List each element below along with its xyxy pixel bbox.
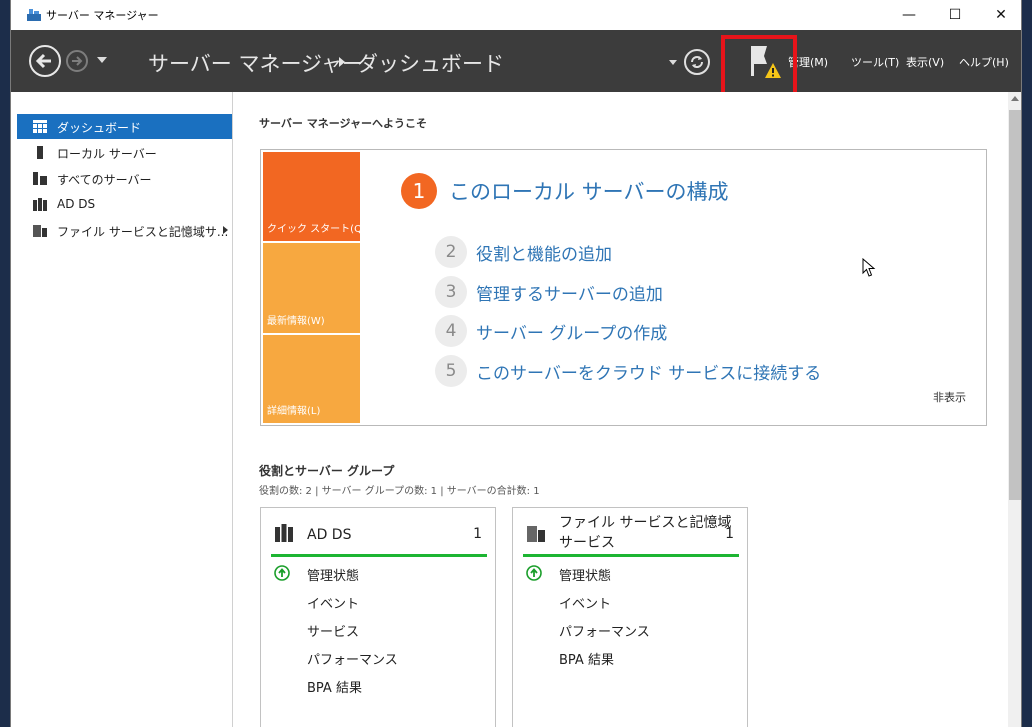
server-manager-window: サーバー マネージャー — ☐ ✕ サーバー マネージャー ダッシュボード 管理… — [10, 0, 1022, 727]
tile-row-services[interactable]: サービス — [307, 621, 359, 640]
sidebar-item-file-services[interactable]: ファイル サービスと記憶域サ... — [17, 218, 232, 243]
role-tile-file-services[interactable]: ファイル サービスと記憶域 サービス 1 管理状態 イベント パフォーマンス B… — [512, 507, 748, 727]
history-dropdown-icon[interactable] — [97, 57, 107, 63]
window-title: サーバー マネージャー — [46, 9, 159, 22]
minimize-button[interactable]: — — [886, 0, 932, 30]
create-server-group-link[interactable]: サーバー グループの作成 — [476, 319, 667, 344]
scrollbar-thumb[interactable] — [1009, 110, 1021, 500]
tab-label: 詳細情報(L) — [267, 406, 321, 417]
notification-highlight-box — [721, 35, 797, 99]
sidebar-item-all-servers[interactable]: すべてのサーバー — [17, 166, 232, 191]
title-bar: サーバー マネージャー — ☐ ✕ — [11, 0, 1021, 30]
sidebar-item-label: ダッシュボード — [57, 121, 142, 135]
step-number-badge: 3 — [435, 276, 467, 308]
file-services-icon — [527, 526, 545, 542]
tab-label: 最新情報(W) — [267, 316, 325, 327]
add-servers-link[interactable]: 管理するサーバーの追加 — [476, 280, 663, 305]
tab-whats-new[interactable]: 最新情報(W) — [263, 243, 360, 333]
roles-summary: 役割の数: 2 | サーバー グループの数: 1 | サーバーの合計数: 1 — [259, 486, 540, 497]
menu-tools[interactable]: ツール(T) — [851, 54, 899, 70]
close-button[interactable]: ✕ — [978, 0, 1021, 30]
sidebar: ダッシュボード ローカル サーバー すべてのサーバー AD DS ファイル サー… — [11, 92, 233, 727]
tile-count: 1 — [473, 526, 482, 542]
header-dropdown-icon[interactable] — [669, 60, 677, 65]
welcome-heading: サーバー マネージャーへようこそ — [259, 117, 427, 130]
tile-status-bar — [271, 554, 487, 557]
server-manager-app-icon — [27, 9, 41, 21]
step-number-badge: 1 — [401, 173, 437, 209]
sidebar-item-label: ファイル サービスと記憶域サ... — [57, 225, 229, 239]
menu-help[interactable]: ヘルプ(H) — [959, 54, 1009, 70]
sidebar-item-label: すべてのサーバー — [57, 173, 152, 187]
configure-local-server-link[interactable]: このローカル サーバーの構成 — [449, 176, 728, 206]
maximize-button[interactable]: ☐ — [932, 0, 978, 30]
scroll-up-arrow-icon[interactable] — [1011, 96, 1019, 101]
file-services-icon — [33, 225, 47, 237]
ad-ds-icon — [33, 198, 47, 211]
tile-title: ファイル サービスと記憶域 サービス — [559, 515, 732, 551]
dashboard-main: サーバー マネージャーへようこそ クイック スタート(Q) 最新情報(W) 詳細… — [234, 92, 1008, 727]
breadcrumb-page: ダッシュボード — [357, 52, 504, 76]
tile-count: 1 — [725, 526, 734, 542]
sidebar-item-label: ローカル サーバー — [57, 147, 157, 161]
status-up-arrow-icon — [526, 565, 542, 581]
breadcrumb-separator-icon — [339, 57, 345, 67]
step-number-badge: 5 — [435, 355, 467, 387]
sidebar-item-ad-ds[interactable]: AD DS — [17, 192, 232, 217]
tile-row-performance[interactable]: パフォーマンス — [559, 621, 650, 640]
roles-section-title: 役割とサーバー グループ — [259, 464, 395, 478]
submenu-arrow-icon[interactable] — [223, 226, 228, 234]
sidebar-item-local-server[interactable]: ローカル サーバー — [17, 140, 232, 165]
forward-arrow-icon — [72, 56, 83, 66]
connect-cloud-services-link[interactable]: このサーバーをクラウド サービスに接続する — [476, 359, 821, 384]
server-icon — [37, 146, 43, 159]
menu-view[interactable]: 表示(V) — [906, 54, 944, 70]
mouse-cursor-icon — [862, 258, 876, 277]
ad-ds-icon — [275, 524, 293, 542]
tile-row-manageability[interactable]: 管理状態 — [559, 565, 611, 584]
tile-row-events[interactable]: イベント — [307, 593, 359, 612]
sidebar-item-dashboard[interactable]: ダッシュボード — [17, 114, 232, 139]
vertical-scrollbar[interactable] — [1008, 92, 1021, 727]
refresh-icon — [691, 56, 703, 68]
quick-start-panel: クイック スタート(Q) 最新情報(W) 詳細情報(L) 1 このローカル サー… — [260, 149, 987, 426]
tile-title: AD DS — [307, 527, 352, 543]
tab-label: クイック スタート(Q) — [267, 224, 366, 235]
tile-row-events[interactable]: イベント — [559, 593, 611, 612]
tile-row-performance[interactable]: パフォーマンス — [307, 649, 398, 668]
back-arrow-icon — [35, 53, 51, 69]
tile-row-bpa-results[interactable]: BPA 結果 — [307, 677, 362, 696]
servers-icon — [33, 172, 47, 185]
tile-row-manageability[interactable]: 管理状態 — [307, 565, 359, 584]
tile-status-bar — [523, 554, 739, 557]
step-number-badge: 2 — [435, 236, 467, 268]
breadcrumb-root[interactable]: サーバー マネージャー — [148, 48, 363, 78]
header-bar: サーバー マネージャー ダッシュボード 管理(M) ツール(T) 表示(V) ヘ… — [11, 30, 1021, 99]
hide-button[interactable]: 非表示 — [933, 389, 966, 405]
add-roles-link[interactable]: 役割と機能の追加 — [476, 240, 612, 265]
role-tile-ad-ds[interactable]: AD DS 1 管理状態 イベント サービス パフォーマンス BPA 結果 — [260, 507, 496, 727]
back-button[interactable] — [29, 45, 61, 77]
dashboard-icon — [33, 120, 47, 133]
status-up-arrow-icon — [274, 565, 290, 581]
tab-quick-start[interactable]: クイック スタート(Q) — [263, 152, 366, 241]
forward-button[interactable] — [66, 50, 88, 72]
refresh-button[interactable] — [684, 49, 710, 75]
tile-row-bpa-results[interactable]: BPA 結果 — [559, 649, 614, 668]
step-number-badge: 4 — [435, 315, 467, 347]
sidebar-item-label: AD DS — [57, 197, 96, 211]
tab-learn-more[interactable]: 詳細情報(L) — [263, 335, 360, 423]
